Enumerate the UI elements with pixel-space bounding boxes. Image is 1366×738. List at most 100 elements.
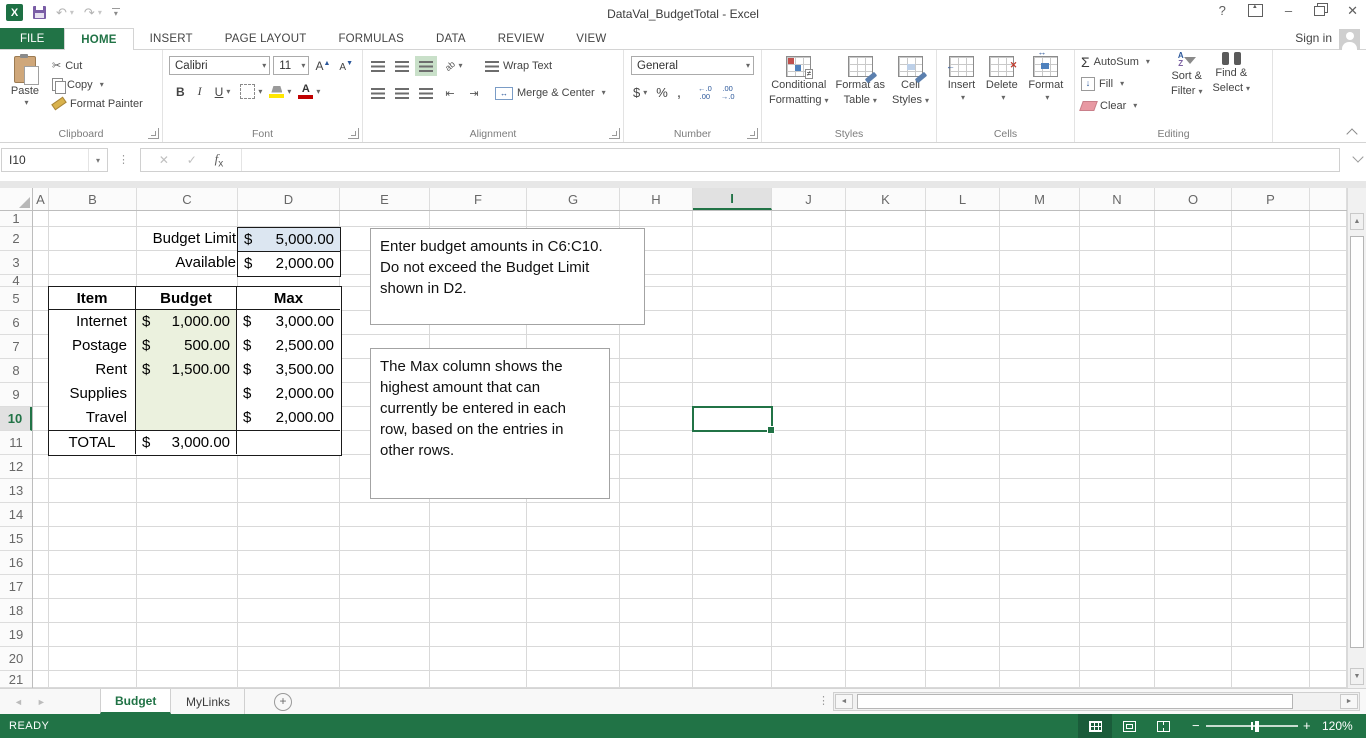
vertical-scrollbar[interactable]: ▲ ▼ xyxy=(1347,188,1366,688)
delete-cells-button[interactable]: ✕ Delete ▾ xyxy=(986,56,1018,102)
table-row-max[interactable]: $2,500.00 xyxy=(237,334,340,358)
row-header-4[interactable]: 4 xyxy=(0,275,32,287)
increase-decimal-button[interactable]: ←.0.00 xyxy=(698,85,712,101)
column-header-C[interactable]: C xyxy=(137,188,238,210)
format-painter-button[interactable]: Format Painter xyxy=(52,94,143,113)
column-header-J[interactable]: J xyxy=(772,188,846,210)
name-box-dropdown-icon[interactable]: ▾ xyxy=(88,149,107,171)
max-explanation-textbox[interactable]: The Max column shows the highest amount … xyxy=(370,348,610,499)
column-header-I[interactable]: I xyxy=(693,188,772,210)
table-row-max[interactable]: $3,500.00 xyxy=(237,358,340,382)
row-header-10[interactable]: 10 xyxy=(0,407,32,431)
clear-button[interactable]: Clear▾ xyxy=(1081,96,1150,115)
save-icon[interactable] xyxy=(33,6,46,19)
row-header-21[interactable]: 21 xyxy=(0,671,32,688)
avatar-icon[interactable] xyxy=(1339,29,1360,50)
tab-scrollbar-splitter-icon[interactable]: ⋮ xyxy=(818,694,829,707)
table-row-item[interactable]: Postage xyxy=(49,334,136,358)
formula-bar-splitter-icon[interactable]: ⋮ xyxy=(118,153,130,166)
table-row-budget[interactable] xyxy=(136,406,237,430)
row-header-13[interactable]: 13 xyxy=(0,479,32,503)
row-header-20[interactable]: 20 xyxy=(0,647,32,671)
wrap-text-button[interactable]: Wrap Text xyxy=(485,60,552,72)
row-header-15[interactable]: 15 xyxy=(0,527,32,551)
column-header-K[interactable]: K xyxy=(846,188,926,210)
cell-styles-button[interactable]: Cell Styles▾ xyxy=(892,56,929,107)
row-header-5[interactable]: 5 xyxy=(0,287,32,311)
column-header-L[interactable]: L xyxy=(926,188,1000,210)
align-middle-button[interactable] xyxy=(391,56,413,76)
accounting-format-button[interactable]: $▾ xyxy=(633,85,647,100)
sheet-nav-left-icon[interactable]: ◄ xyxy=(14,697,37,707)
table-row-max[interactable]: $2,000.00 xyxy=(237,406,340,430)
sort-filter-button[interactable]: AZ Sort & Filter▾ xyxy=(1171,52,1202,98)
alignment-dialog-launcher-icon[interactable] xyxy=(609,128,620,139)
tab-data[interactable]: DATA xyxy=(420,28,482,49)
horizontal-scrollbar[interactable]: ◄ ► xyxy=(833,692,1360,711)
table-header-max[interactable]: Max xyxy=(237,287,340,310)
page-layout-view-button[interactable] xyxy=(1112,714,1146,738)
row-header-14[interactable]: 14 xyxy=(0,503,32,527)
tab-review[interactable]: REVIEW xyxy=(482,28,561,49)
name-box[interactable]: I10 ▾ xyxy=(1,148,108,172)
zoom-in-button[interactable]: + xyxy=(1303,718,1311,733)
table-total-label[interactable]: TOTAL xyxy=(49,430,136,454)
column-header-E[interactable]: E xyxy=(340,188,430,210)
table-row-max[interactable]: $3,000.00 xyxy=(237,310,340,334)
sheet-tab-mylinks[interactable]: MyLinks xyxy=(172,689,245,714)
zoom-out-button[interactable]: − xyxy=(1192,718,1200,733)
scroll-left-icon[interactable]: ◄ xyxy=(835,694,853,709)
insert-cells-button[interactable]: ← Insert ▾ xyxy=(948,56,976,102)
italic-button[interactable]: I xyxy=(195,84,205,99)
column-header-B[interactable]: B xyxy=(49,188,137,210)
grow-font-button[interactable]: A▲ xyxy=(312,59,333,73)
table-row-max[interactable]: $2,000.00 xyxy=(237,382,340,406)
page-break-view-button[interactable] xyxy=(1146,714,1180,738)
row-header-1[interactable]: 1 xyxy=(0,211,32,227)
font-size-combo[interactable]: 11▾ xyxy=(273,56,309,75)
cell-c3-available-label[interactable]: Available xyxy=(53,251,238,275)
tab-home[interactable]: HOME xyxy=(64,28,133,50)
row-header-17[interactable]: 17 xyxy=(0,575,32,599)
minimize-button[interactable]: – xyxy=(1285,4,1292,17)
vertical-scrollbar-thumb[interactable] xyxy=(1350,236,1364,648)
underline-button[interactable]: U▾ xyxy=(212,85,234,99)
table-row-budget[interactable]: $1,000.00 xyxy=(136,310,237,334)
row-header-11[interactable]: 11 xyxy=(0,431,32,455)
align-bottom-button[interactable] xyxy=(415,56,437,76)
insert-function-icon[interactable]: fx xyxy=(215,151,224,169)
sheet-body[interactable]: Budget Limit Available $5,000.00 $2,000.… xyxy=(33,211,1347,688)
row-header-18[interactable]: 18 xyxy=(0,599,32,623)
tab-page-layout[interactable]: PAGE LAYOUT xyxy=(209,28,323,49)
row-header-3[interactable]: 3 xyxy=(0,251,32,275)
scroll-down-icon[interactable]: ▼ xyxy=(1350,668,1364,685)
selected-cell-i10[interactable] xyxy=(692,406,773,432)
table-header-budget[interactable]: Budget xyxy=(136,287,237,310)
sign-in-link[interactable]: Sign in xyxy=(1295,31,1332,45)
decrease-indent-button[interactable]: ⇤ xyxy=(439,83,461,103)
row-header-7[interactable]: 7 xyxy=(0,335,32,359)
format-as-table-button[interactable]: Format as Table▾ xyxy=(836,56,886,107)
decrease-decimal-button[interactable]: .00→.0 xyxy=(721,85,735,101)
fill-color-button[interactable]: ▾ xyxy=(269,86,291,98)
row-header-2[interactable]: 2 xyxy=(0,227,32,251)
help-button[interactable]: ? xyxy=(1219,4,1226,17)
bold-button[interactable]: B xyxy=(173,85,188,99)
column-header-H[interactable]: H xyxy=(620,188,693,210)
copy-button[interactable]: Copy▾ xyxy=(52,75,143,94)
table-row-item[interactable]: Supplies xyxy=(49,382,136,406)
table-row-budget[interactable]: $500.00 xyxy=(136,334,237,358)
tab-file[interactable]: FILE xyxy=(0,28,64,49)
row-header-12[interactable]: 12 xyxy=(0,455,32,479)
row-header-16[interactable]: 16 xyxy=(0,551,32,575)
font-dialog-launcher-icon[interactable] xyxy=(348,128,359,139)
table-row-budget[interactable]: $1,500.00 xyxy=(136,358,237,382)
fill-button[interactable]: ↓Fill▾ xyxy=(1081,74,1150,93)
horizontal-scrollbar-thumb[interactable] xyxy=(857,694,1293,709)
increase-indent-button[interactable]: ⇥ xyxy=(463,83,485,103)
row-header-19[interactable]: 19 xyxy=(0,623,32,647)
column-header-F[interactable]: F xyxy=(430,188,527,210)
sheet-nav-right-icon[interactable]: ► xyxy=(37,697,60,707)
restore-button[interactable] xyxy=(1314,6,1325,16)
format-cells-button[interactable]: ↔ Format ▾ xyxy=(1028,56,1063,102)
